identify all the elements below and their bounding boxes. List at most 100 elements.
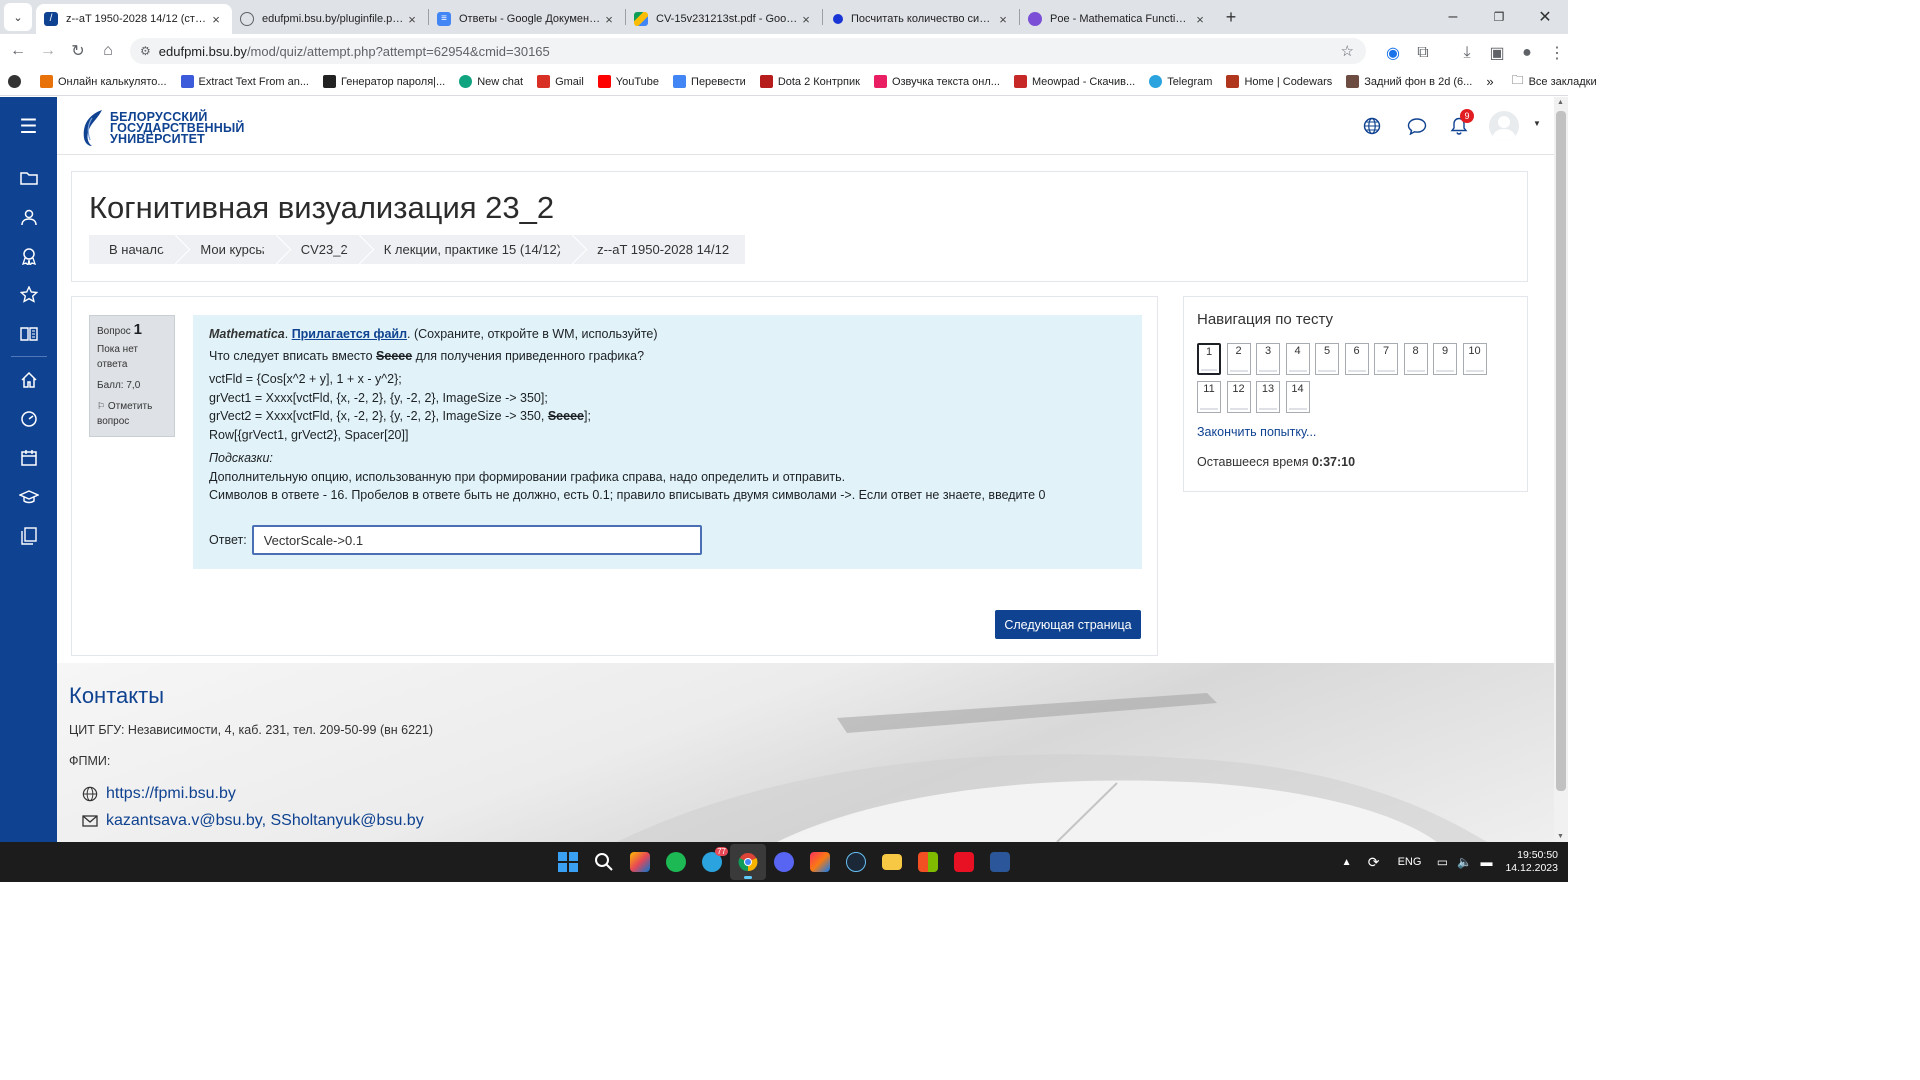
more-bookmarks-icon[interactable]: » (1486, 74, 1493, 89)
breadcrumb-course[interactable]: CV23_2 (281, 235, 364, 264)
system-clock[interactable]: 19:50:50 14.12.2023 (1505, 849, 1558, 875)
breadcrumb-my-courses[interactable]: Мои курсы (180, 235, 280, 264)
site-settings-icon[interactable]: ⚙ (140, 44, 151, 58)
bookmark-item[interactable]: Перевести (673, 75, 746, 88)
question-nav-button[interactable]: 11 (1197, 381, 1221, 413)
question-nav-button[interactable]: 14 (1285, 381, 1310, 413)
tab-search-icon[interactable]: ⌄ (4, 3, 32, 31)
bookmark-item[interactable]: Home | Codewars (1226, 75, 1332, 88)
bookmark-item[interactable]: Генератор пароля|... (323, 75, 445, 88)
breadcrumb-quiz[interactable]: z--аT 1950-2028 14/12 (577, 235, 745, 264)
tab-char-counter[interactable]: Посчитать количество символ × (823, 4, 1019, 34)
question-nav-button[interactable]: 10 (1462, 343, 1487, 375)
next-page-button[interactable]: Следующая страница (995, 610, 1141, 639)
bookmark-item[interactable]: Задний фон в 2d (6... (1346, 75, 1472, 88)
bsu-logo[interactable]: БЕЛОРУССКИЙ ГОСУДАРСТВЕННЫЙ УНИВЕРСИТЕТ (78, 108, 245, 148)
language-globe-icon[interactable] (1363, 117, 1381, 138)
star-icon[interactable] (0, 275, 57, 314)
discord-icon[interactable] (766, 844, 802, 880)
tray-overflow-icon[interactable]: ▲ (1334, 844, 1360, 880)
close-icon[interactable]: × (1192, 12, 1208, 27)
bookmark-item[interactable]: Meowpad - Скачив... (1013, 75, 1135, 88)
input-language[interactable]: ENG (1398, 856, 1422, 868)
microsoft-store-icon[interactable] (910, 844, 946, 880)
telegram-icon[interactable]: 77 (694, 844, 730, 880)
hamburger-menu-icon[interactable]: ☰ (0, 97, 57, 155)
award-icon[interactable] (0, 236, 57, 275)
tab-poe[interactable]: Poe - Mathematica Functions × (1020, 4, 1216, 34)
close-icon[interactable]: × (798, 12, 814, 27)
close-icon[interactable]: × (208, 12, 224, 27)
calendar-icon[interactable] (0, 438, 57, 477)
question-nav-button[interactable]: 13 (1256, 381, 1280, 413)
search-icon[interactable] (586, 844, 622, 880)
users-icon[interactable] (0, 197, 57, 236)
notifications-bell-icon[interactable]: 9 (1450, 109, 1474, 138)
bookmark-item[interactable]: Extract Text From an... (180, 75, 309, 88)
app-icon[interactable] (946, 844, 982, 880)
sync-icon[interactable]: ⟳ (1360, 844, 1388, 880)
network-icon[interactable]: ▭ (1431, 844, 1453, 880)
messages-icon[interactable] (1407, 117, 1427, 138)
volume-icon[interactable]: 🔈 (1453, 844, 1475, 880)
widgets-icon[interactable] (622, 844, 658, 880)
scroll-down-icon[interactable]: ▼ (1557, 833, 1564, 840)
flag-question[interactable]: ⚐ Отметить вопрос (97, 399, 167, 429)
finish-attempt-link[interactable]: Закончить попытку... (1197, 425, 1316, 439)
folder-icon[interactable] (0, 158, 57, 197)
tab-quiz[interactable]: / z--аT 1950-2028 14/12 (страни × (36, 4, 232, 34)
answer-input[interactable] (251, 525, 702, 555)
question-nav-button[interactable]: 12 (1226, 381, 1251, 413)
close-icon[interactable]: × (404, 12, 420, 27)
home-icon[interactable] (0, 360, 57, 399)
question-nav-button[interactable]: 9 (1433, 343, 1457, 375)
bookmark-item[interactable]: Gmail (537, 75, 584, 88)
extension-icon[interactable]: ◉ (1378, 38, 1408, 68)
close-icon[interactable]: × (601, 12, 617, 27)
close-window-icon[interactable]: ✕ (1522, 2, 1568, 32)
page-scrollbar[interactable]: ▲ ▼ (1554, 97, 1568, 842)
question-nav-button[interactable]: 1 (1197, 343, 1221, 375)
question-nav-button[interactable]: 6 (1344, 343, 1369, 375)
bookmark-item[interactable]: YouTube (597, 75, 659, 88)
tab-google-docs[interactable]: ≡ Ответы - Google Документы × (429, 4, 625, 34)
word-icon[interactable] (982, 844, 1018, 880)
address-bar[interactable]: ⚙ edufpmi.bsu.by /mod/quiz/attempt.php?a… (130, 38, 1366, 64)
breadcrumb-home[interactable]: В начало (89, 235, 180, 264)
forward-icon[interactable]: → (33, 36, 63, 66)
menu-icon[interactable]: ⋮ (1542, 38, 1572, 68)
question-nav-button[interactable]: 3 (1256, 343, 1280, 375)
chrome-icon[interactable] (730, 844, 766, 880)
bookmark-item[interactable]: New chat (459, 75, 523, 88)
breadcrumb-section[interactable]: К лекции, практике 15 (14/12) (364, 235, 577, 264)
home-icon[interactable]: ⌂ (93, 36, 123, 66)
question-nav-button[interactable]: 5 (1315, 343, 1339, 375)
minimize-icon[interactable]: – (1430, 2, 1476, 32)
profile-icon[interactable]: ● (1512, 38, 1542, 68)
files-icon[interactable] (0, 516, 57, 555)
bookmark-item[interactable]: Онлайн калькулято... (40, 75, 167, 88)
footer-site-link[interactable]: https://fpmi.bsu.by (82, 785, 236, 803)
all-bookmarks[interactable]: 🗀 Все закладки (1512, 71, 1597, 92)
steam-icon[interactable] (838, 844, 874, 880)
reload-icon[interactable]: ↻ (63, 36, 93, 66)
user-avatar[interactable] (1489, 111, 1519, 141)
sidepanel-icon[interactable]: ▣ (1482, 38, 1512, 68)
bookmark-item[interactable]: Dota 2 Контрпик (759, 75, 860, 88)
chevron-down-icon[interactable]: ▼ (1533, 119, 1541, 128)
question-nav-button[interactable]: 7 (1374, 343, 1398, 375)
restore-icon[interactable]: ❐ (1476, 2, 1522, 32)
bookmark-apps[interactable] (8, 75, 26, 88)
question-nav-button[interactable]: 8 (1403, 343, 1428, 375)
puzzle-icon[interactable]: ⧉ (1408, 38, 1438, 68)
spotify-icon[interactable] (658, 844, 694, 880)
footer-email-link[interactable]: kazantsava.v@bsu.by, SSholtanyuk@bsu.by (82, 812, 424, 830)
tab-pluginfile[interactable]: edufpmi.bsu.by/pluginfile.php/ × (232, 4, 428, 34)
new-tab-button[interactable]: + (1216, 2, 1246, 32)
question-nav-button[interactable]: 4 (1285, 343, 1310, 375)
windows-start-icon[interactable] (550, 844, 586, 880)
close-icon[interactable]: × (995, 12, 1011, 27)
tab-google-drive[interactable]: CV-15v231213st.pdf - Google Д × (626, 4, 822, 34)
graduation-cap-icon[interactable] (0, 477, 57, 516)
scrollbar-thumb[interactable] (1556, 111, 1566, 791)
